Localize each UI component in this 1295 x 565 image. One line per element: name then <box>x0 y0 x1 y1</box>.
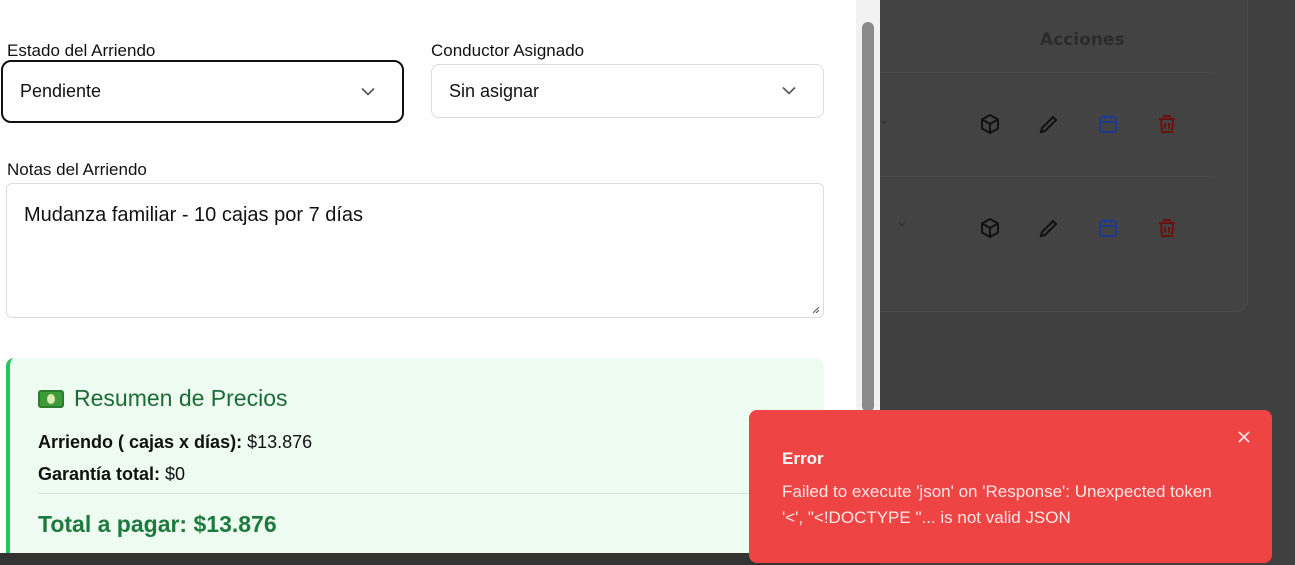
deposit-value: $0 <box>165 464 186 484</box>
driver-select[interactable]: Sin asignar <box>431 64 824 118</box>
rental-cost-value: $13.876 <box>247 432 313 452</box>
close-icon[interactable] <box>1236 429 1252 445</box>
notes-label: Notas del Arriendo <box>7 160 147 179</box>
summary-title: Resumen de Precios <box>38 385 288 412</box>
summary-divider <box>38 493 828 494</box>
rental-cost-label: Arriendo ( cajas x días): <box>38 432 243 452</box>
deposit-label: Garantía total: <box>38 464 161 484</box>
toast-message: Failed to execute 'json' on 'Response': … <box>782 482 1212 527</box>
status-label: Estado del Arriendo <box>7 41 156 60</box>
chevron-down-icon <box>360 86 376 96</box>
calendar-icon[interactable] <box>1096 112 1120 136</box>
money-icon <box>38 389 64 408</box>
trash-icon[interactable] <box>1155 216 1179 240</box>
summary-title-text: Resumen de Precios <box>74 385 288 411</box>
deposit-line: Garantía total: $0 <box>38 464 185 485</box>
notes-textarea[interactable]: Mudanza familiar - 10 cajas por 7 días <box>6 183 824 318</box>
table-divider <box>880 176 1215 177</box>
driver-select-value: Sin asignar <box>449 80 540 101</box>
driver-label: Conductor Asignado <box>431 41 585 60</box>
status-select-value: Pendiente <box>20 81 102 101</box>
status-select[interactable]: Pendiente <box>1 60 404 123</box>
table-divider <box>880 72 1215 73</box>
pencil-icon[interactable] <box>1037 216 1061 240</box>
notes-text: Mudanza familiar - 10 cajas por 7 días <box>24 204 364 226</box>
resize-handle-icon[interactable] <box>810 304 820 314</box>
error-toast: Error Failed to execute 'json' on 'Respo… <box>749 410 1272 563</box>
bottom-bar <box>0 553 880 565</box>
rental-cost-line: Arriendo ( cajas x días): $13.876 <box>38 432 312 453</box>
edit-rental-modal: Estado del Arriendo Pendiente Conductor … <box>0 0 856 558</box>
calendar-icon[interactable] <box>1096 216 1120 240</box>
trash-icon[interactable] <box>1155 112 1179 136</box>
scrollbar-thumb[interactable] <box>862 22 874 412</box>
toast-title: Error <box>782 449 824 468</box>
box-icon[interactable] <box>978 216 1002 240</box>
chevron-down-icon: ⌄ <box>896 214 908 230</box>
pencil-icon[interactable] <box>1037 112 1061 136</box>
total-to-pay: Total a pagar: $13.876 <box>38 511 277 537</box>
actions-column-header: Acciones <box>1040 30 1125 50</box>
box-icon[interactable] <box>978 112 1002 136</box>
price-summary-card: Resumen de Precios Arriendo ( cajas x dí… <box>6 358 828 558</box>
chevron-down-icon <box>781 86 797 96</box>
